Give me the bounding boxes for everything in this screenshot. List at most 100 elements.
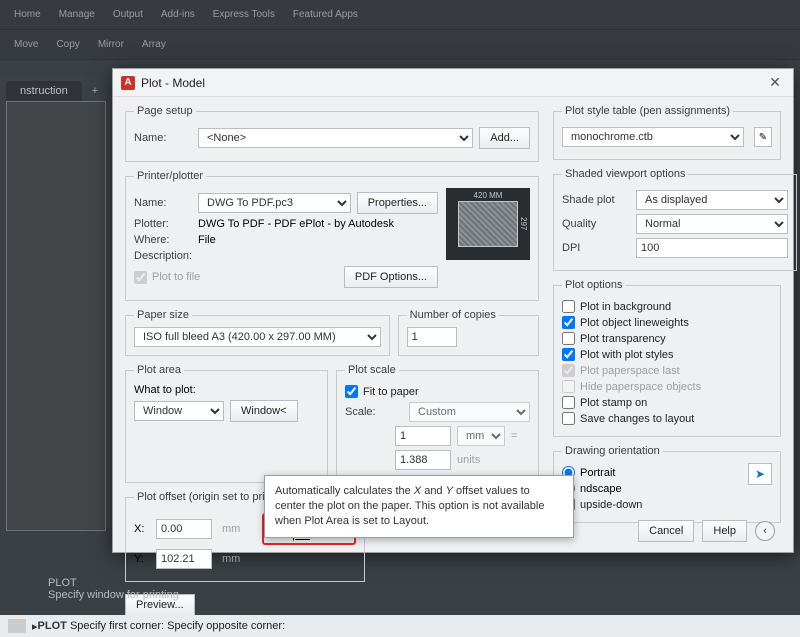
dialog-title: Plot - Model xyxy=(141,76,765,90)
fit-to-paper-checkbox[interactable] xyxy=(345,385,358,398)
collapse-icon[interactable]: ‹ xyxy=(755,521,775,541)
ribbon-cmd[interactable]: Copy xyxy=(56,39,79,50)
plot-lw-label: Plot object lineweights xyxy=(580,317,689,329)
plot-to-file-checkbox xyxy=(134,271,147,284)
orientation-legend: Drawing orientation xyxy=(562,445,663,457)
ribbon-item[interactable]: Featured Apps xyxy=(293,9,358,20)
ribbon-cmd[interactable]: Mirror xyxy=(98,39,124,50)
close-icon[interactable]: ✕ xyxy=(765,74,785,91)
printer-group: Printer/plotter Name: DWG To PDF.pc3 Pro… xyxy=(125,170,539,301)
copies-input[interactable] xyxy=(407,327,457,347)
scale-unit-select: mm xyxy=(457,426,505,446)
x-unit: mm xyxy=(222,523,240,535)
shaded-viewport-group: Shaded viewport options Shade plot As dis… xyxy=(553,168,797,271)
printer-name-label: Name: xyxy=(134,197,192,209)
plot-style-table-group: Plot style table (pen assignments) monoc… xyxy=(553,105,781,160)
plot-ps-checkbox[interactable] xyxy=(562,348,575,361)
copies-legend: Number of copies xyxy=(407,309,499,321)
plot-hide-label: Hide paperspace objects xyxy=(580,381,701,393)
preview-width-label: 420 MM xyxy=(474,191,503,200)
ribbon-cmd[interactable]: Array xyxy=(142,39,166,50)
y-input xyxy=(156,549,212,569)
properties-button[interactable]: Properties... xyxy=(357,192,438,214)
quality-label: Quality xyxy=(562,218,630,230)
what-to-plot-label: What to plot: xyxy=(134,384,319,396)
paper-size-group: Paper size ISO full bleed A3 (420.00 x 2… xyxy=(125,309,390,356)
plot-area-group: Plot area What to plot: Window Window< xyxy=(125,364,328,483)
command-bar[interactable]: ▸ PLOT Specify first corner: Specify opp… xyxy=(0,615,800,637)
scale-denominator-input xyxy=(395,450,451,470)
shaded-legend: Shaded viewport options xyxy=(562,168,688,180)
plotter-label: Plotter: xyxy=(134,218,192,230)
quality-select[interactable]: Normal xyxy=(636,214,788,234)
fit-to-paper-label: Fit to paper xyxy=(363,386,419,398)
command-name: PLOT xyxy=(38,620,67,632)
plot-ps-label: Plot with plot styles xyxy=(580,349,674,361)
where-value: File xyxy=(198,234,216,246)
preview-height-label: 297 xyxy=(519,217,528,230)
plot-save-label: Save changes to layout xyxy=(580,413,694,425)
page-setup-name-label: Name: xyxy=(134,132,192,144)
plot-lw-checkbox[interactable] xyxy=(562,316,575,329)
paper-size-select[interactable]: ISO full bleed A3 (420.00 x 297.00 MM) xyxy=(134,327,381,347)
ribbon-item[interactable]: Add-ins xyxy=(161,9,195,20)
y-label: Y: xyxy=(134,553,150,565)
titlebar: A Plot - Model ✕ xyxy=(113,69,793,97)
command-history: PLOT Specify window for printing xyxy=(48,577,179,601)
page-setup-name-select[interactable]: <None> xyxy=(198,128,473,148)
new-tab-button[interactable]: + xyxy=(82,81,108,101)
command-icon xyxy=(8,619,26,633)
plot-pslast-checkbox xyxy=(562,364,575,377)
plot-tr-checkbox[interactable] xyxy=(562,332,575,345)
scale-select: Custom xyxy=(409,402,530,422)
plot-hide-checkbox xyxy=(562,380,575,393)
plot-options-group: Plot options Plot in background Plot obj… xyxy=(553,279,781,437)
drawing-tab[interactable]: nstruction xyxy=(6,81,82,101)
app-icon: A xyxy=(121,76,135,90)
scale-den-unit: units xyxy=(457,454,480,466)
dpi-label: DPI xyxy=(562,242,630,254)
plot-to-file-label: Plot to file xyxy=(152,271,200,283)
pst-select[interactable]: monochrome.ctb xyxy=(562,127,744,147)
add-button[interactable]: Add... xyxy=(479,127,530,149)
plot-stamp-label: Plot stamp on xyxy=(580,397,647,409)
paper-size-legend: Paper size xyxy=(134,309,192,321)
orientation-group: Drawing orientation Portrait ndscape ups… xyxy=(553,445,781,523)
plot-stamp-checkbox[interactable] xyxy=(562,396,575,409)
cancel-button[interactable]: Cancel xyxy=(638,520,694,542)
plot-area-legend: Plot area xyxy=(134,364,184,376)
landscape-label: ndscape xyxy=(580,483,622,495)
pst-edit-icon[interactable]: ✎ xyxy=(754,127,772,147)
what-to-plot-select[interactable]: Window xyxy=(134,401,224,421)
printer-name-select[interactable]: DWG To PDF.pc3 xyxy=(198,193,351,213)
x-input xyxy=(156,519,212,539)
ribbon-item[interactable]: Home xyxy=(14,9,41,20)
plot-scale-legend: Plot scale xyxy=(345,364,399,376)
dpi-input xyxy=(636,238,788,258)
plot-pslast-label: Plot paperspace last xyxy=(580,365,680,377)
preview-sheet xyxy=(458,201,518,247)
scale-label: Scale: xyxy=(345,406,403,418)
where-label: Where: xyxy=(134,234,192,246)
ribbon-item[interactable]: Manage xyxy=(59,9,95,20)
ribbon-item[interactable]: Output xyxy=(113,9,143,20)
shade-plot-label: Shade plot xyxy=(562,194,630,206)
plot-scale-group: Plot scale Fit to paper Scale: Custom mm… xyxy=(336,364,539,483)
history-line: Specify window for printing xyxy=(48,589,179,601)
help-button[interactable]: Help xyxy=(702,520,747,542)
plot-options-legend: Plot options xyxy=(562,279,625,291)
plot-tr-label: Plot transparency xyxy=(580,333,666,345)
shade-plot-select[interactable]: As displayed xyxy=(636,190,788,210)
drawing-canvas[interactable] xyxy=(6,101,106,531)
page-setup-group: Page setup Name: <None> Add... xyxy=(125,105,539,162)
window-button[interactable]: Window< xyxy=(230,400,298,422)
pdf-options-button[interactable]: PDF Options... xyxy=(344,266,438,288)
tooltip: Automatically calculates the X and Y off… xyxy=(264,475,574,538)
ribbon-cmd[interactable]: Move xyxy=(14,39,38,50)
plot-save-checkbox[interactable] xyxy=(562,412,575,425)
ribbon-item[interactable]: Express Tools xyxy=(213,9,275,20)
history-line: PLOT xyxy=(48,577,179,589)
ribbon: Home Manage Output Add-ins Express Tools… xyxy=(0,0,800,60)
plot-bg-checkbox[interactable] xyxy=(562,300,575,313)
printer-legend: Printer/plotter xyxy=(134,170,206,182)
